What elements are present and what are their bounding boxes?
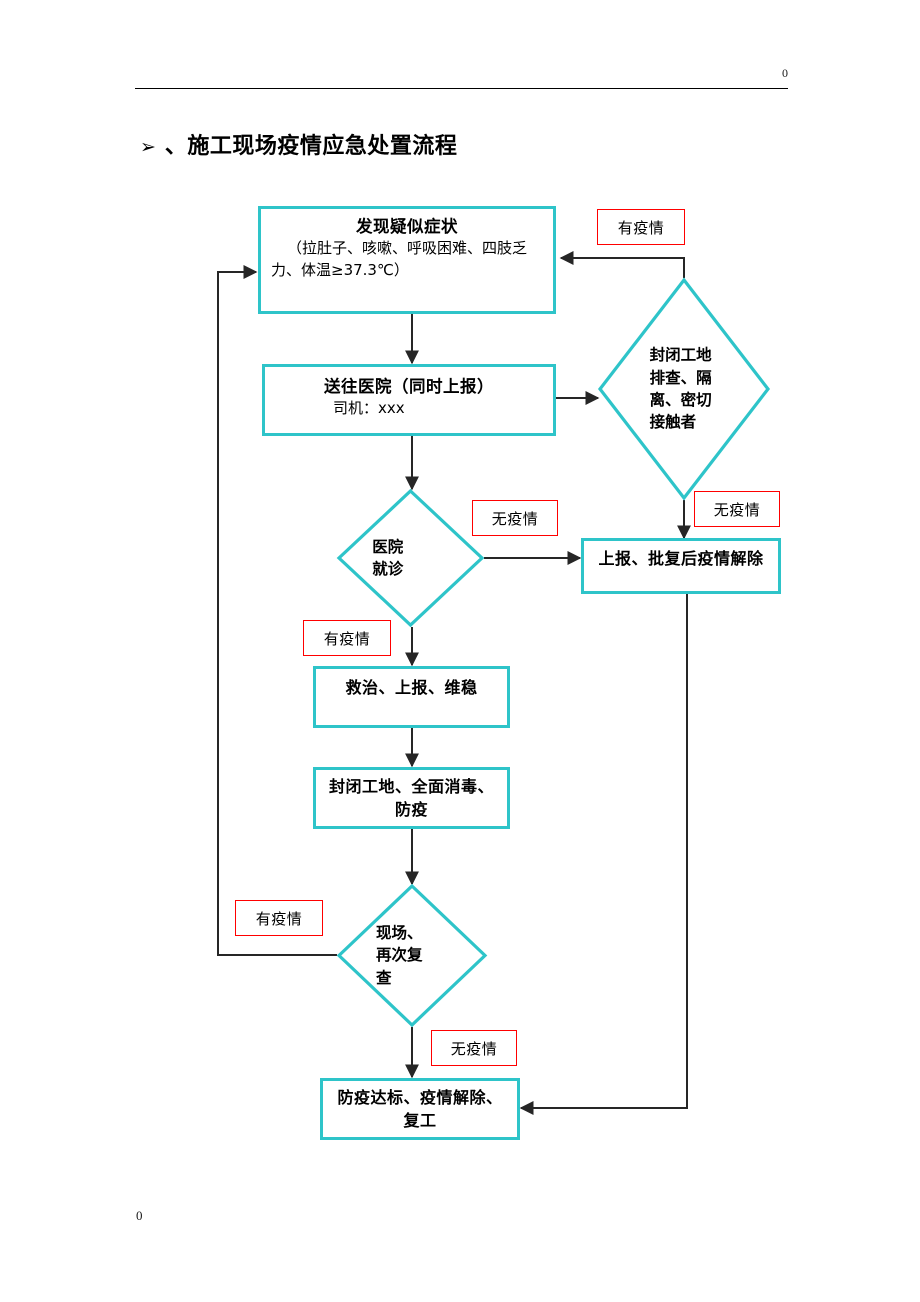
document-page: 0 ➢ 、施工现场疫情应急处置流程 发现疑似症状 （拉肚子、咳嗽、呼吸困难、四肢… (0, 0, 920, 1302)
label-epidemic-top: 有疫情 (597, 209, 685, 245)
node-hospital-visit-label: 医院 就诊 (337, 489, 484, 627)
node-symptom-line-2: （拉肚子、咳嗽、呼吸困难、四肢乏 (286, 239, 527, 258)
node-symptom-line-1: 发现疑似症状 (356, 217, 458, 236)
node-treat-report-stabilize[interactable]: 救治、上报、维稳 (313, 666, 510, 728)
node-lockdown-disinfect-line-2: 防疫 (394, 799, 428, 819)
node-report-release-line-1: 上报、批复后疫情解除 (598, 549, 764, 568)
node-resume-work-line-1: 防疫达标、疫情解除、 (337, 1088, 503, 1107)
node-site-recheck-label: 现场、 再次复 查 (337, 884, 487, 1027)
node-report-release[interactable]: 上报、批复后疫情解除 (581, 538, 781, 594)
node-symptom-line-3: 力、体温≥37.3℃） (271, 260, 409, 279)
bullet-arrow-icon: ➢ (140, 136, 156, 158)
node-site-recheck[interactable]: 现场、 再次复 查 (336, 883, 488, 1028)
label-epidemic-hospital: 有疫情 (303, 620, 391, 656)
node-hospital-visit-line-1: 医院 (372, 537, 404, 556)
node-lockdown-screen-line-4: 接触者 (649, 413, 697, 432)
node-lockdown-screen-line-3: 离、密切 (649, 391, 712, 409)
node-treat-report-stabilize-line-1: 救治、上报、维稳 (345, 678, 478, 697)
node-lockdown-screen[interactable]: 封闭工地 排查、隔 离、密切 接触者 (597, 277, 771, 501)
footer-page-number: 0 (136, 1208, 143, 1223)
node-hospital-transfer-line-1: 送往医院（同时上报） (324, 377, 494, 396)
node-site-recheck-line-1: 现场、 (376, 923, 423, 942)
node-hospital-visit-line-2: 就诊 (372, 560, 404, 578)
header-page-number: 0 (782, 66, 788, 80)
header-rule (135, 88, 788, 89)
label-epidemic-recheck: 有疫情 (235, 900, 323, 936)
label-no-epidemic-lockdown: 无疫情 (694, 491, 780, 527)
label-no-epidemic-recheck: 无疫情 (431, 1030, 517, 1066)
node-site-recheck-line-3: 查 (376, 968, 392, 987)
node-hospital-transfer[interactable]: 送往医院（同时上报） 司机：xxx (262, 364, 556, 436)
node-lockdown-disinfect-line-1: 封闭工地、全面消毒、 (328, 777, 494, 796)
node-lockdown-screen-line-2: 排查、隔 (649, 368, 712, 387)
node-symptom[interactable]: 发现疑似症状 （拉肚子、咳嗽、呼吸困难、四肢乏 力、体温≥37.3℃） (258, 206, 556, 314)
node-hospital-visit[interactable]: 医院 就诊 (336, 488, 485, 628)
node-lockdown-disinfect[interactable]: 封闭工地、全面消毒、 防疫 (313, 767, 510, 829)
node-lockdown-screen-label: 封闭工地 排查、隔 离、密切 接触者 (598, 278, 770, 500)
label-no-epidemic-hospital: 无疫情 (472, 500, 558, 536)
node-resume-work-line-2: 复工 (403, 1110, 437, 1130)
node-resume-work[interactable]: 防疫达标、疫情解除、 复工 (320, 1078, 520, 1140)
page-title: ➢ 、施工现场疫情应急处置流程 (140, 128, 457, 160)
node-lockdown-screen-line-1: 封闭工地 (649, 346, 712, 365)
node-hospital-transfer-line-2: 司机：xxx (333, 399, 405, 418)
page-title-text: 、施工现场疫情应急处置流程 (164, 134, 458, 159)
node-site-recheck-line-2: 再次复 (376, 946, 423, 965)
